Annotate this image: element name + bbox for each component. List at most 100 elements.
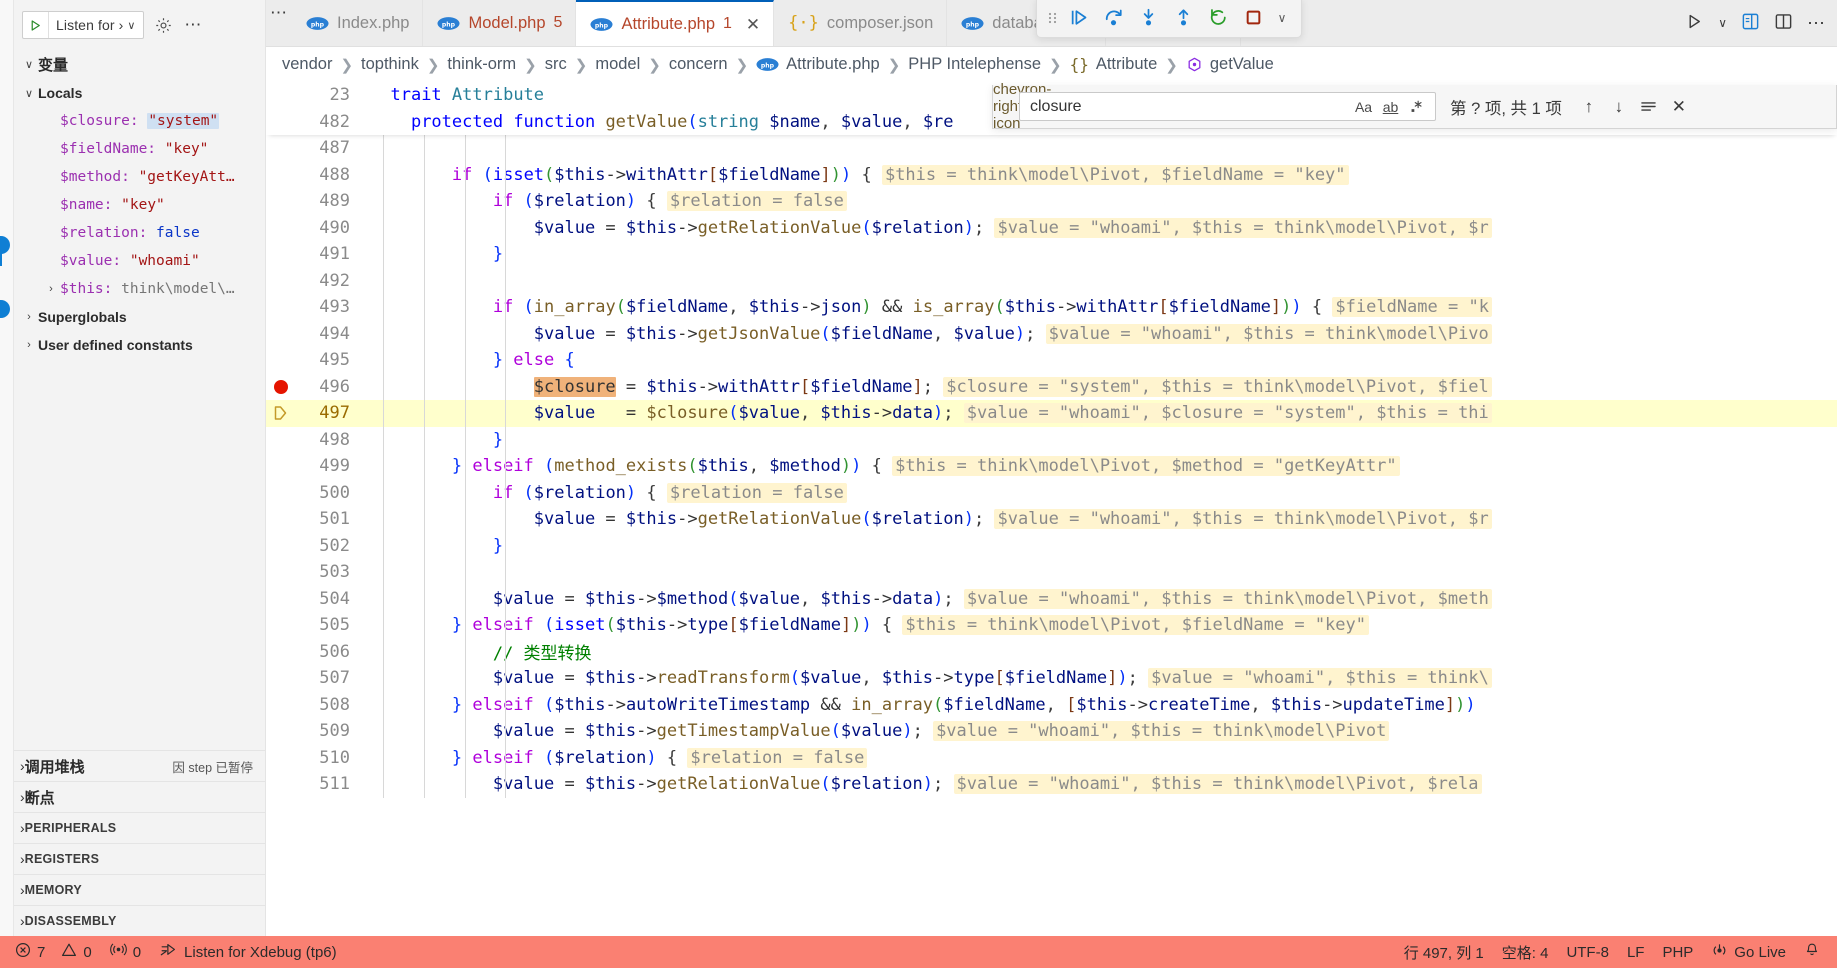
variable-row[interactable]: $fieldName: "key" xyxy=(14,135,265,163)
code-line[interactable]: 506 // 类型转换 xyxy=(266,639,1837,666)
code-line[interactable]: 509 $value = $this->getTimestampValue($v… xyxy=(266,718,1837,745)
run-or-debug-icon[interactable] xyxy=(1685,12,1704,34)
chevron-down-icon[interactable]: ∨ xyxy=(20,58,38,71)
code-line[interactable]: 505 } elseif (isset($this->type[$fieldNa… xyxy=(266,612,1837,639)
breadcrumb-item[interactable]: PHP Intelephense xyxy=(908,55,1041,74)
line-gutter[interactable]: 502 xyxy=(266,536,370,556)
line-gutter[interactable]: 495 xyxy=(266,350,370,370)
scope-locals[interactable]: ∨ Locals xyxy=(14,79,265,107)
status-eol[interactable]: LF xyxy=(1618,936,1654,968)
chevron-down-icon[interactable]: ∨ xyxy=(127,19,141,32)
search-input[interactable] xyxy=(1030,97,1350,116)
variable-row-this[interactable]: › $this: think\model\… xyxy=(14,275,265,303)
section-variables[interactable]: ∨ 变量 xyxy=(14,50,265,79)
section-peripherals[interactable]: › PERIPHERALS xyxy=(14,812,265,843)
section-breakpoints[interactable]: › 断点 xyxy=(14,781,265,812)
line-gutter[interactable]: 511 xyxy=(266,774,370,794)
status-ports[interactable]: 0 xyxy=(101,936,150,968)
chevron-right-icon[interactable]: › xyxy=(20,339,38,351)
line-gutter[interactable]: 500 xyxy=(266,483,370,503)
code-line[interactable]: 488 if (isset($this->withAttr[$fieldName… xyxy=(266,162,1837,189)
code-line[interactable]: 499 } elseif (method_exists($this, $meth… xyxy=(266,453,1837,480)
code-line[interactable]: 502 } xyxy=(266,533,1837,560)
code-line[interactable]: 511 $value = $this->getRelationValue($re… xyxy=(266,771,1837,798)
code-line[interactable]: 493 if (in_array($fieldName, $this->json… xyxy=(266,294,1837,321)
split-preview-icon[interactable] xyxy=(1741,12,1760,34)
code-line[interactable]: 508 } elseif ($this->autoWriteTimestamp … xyxy=(266,692,1837,719)
chevron-right-icon[interactable]: › xyxy=(42,283,60,295)
chevron-down-icon[interactable]: ∨ xyxy=(20,87,38,100)
line-gutter[interactable]: 497 xyxy=(266,403,370,423)
line-gutter[interactable]: 491 xyxy=(266,244,370,264)
breadcrumb-item[interactable]: src xyxy=(545,55,567,74)
step-out-icon[interactable] xyxy=(1166,2,1201,34)
code-line[interactable]: 498 } xyxy=(266,427,1837,454)
code-line[interactable]: 507 $value = $this->readTransform($value… xyxy=(266,665,1837,692)
line-gutter[interactable]: 505 xyxy=(266,615,370,635)
line-gutter[interactable]: 498 xyxy=(266,430,370,450)
status-go-live[interactable]: Go Live xyxy=(1702,936,1795,968)
variable-row[interactable]: $closure: "system" xyxy=(14,107,265,135)
step-over-icon[interactable] xyxy=(1096,2,1131,34)
line-gutter[interactable]: 488 xyxy=(266,165,370,185)
status-problems[interactable]: 7 0 xyxy=(6,936,101,968)
status-editor-position[interactable]: 行 497, 列 1 xyxy=(1395,936,1493,968)
breadcrumb-item[interactable]: topthink xyxy=(361,55,419,74)
code-line[interactable]: 492 xyxy=(266,268,1837,295)
step-into-icon[interactable] xyxy=(1131,2,1166,34)
section-call-stack[interactable]: › 调用堆栈 因 step 已暂停 xyxy=(14,750,265,781)
activity-badge-icon[interactable] xyxy=(0,236,10,254)
section-registers[interactable]: › REGISTERS xyxy=(14,843,265,874)
line-gutter[interactable]: 506 xyxy=(266,642,370,662)
status-debug-session[interactable]: Listen for Xdebug (tp6) xyxy=(150,936,346,968)
restart-icon[interactable] xyxy=(1201,2,1236,34)
match-case-icon[interactable]: Aa xyxy=(1350,95,1377,119)
line-gutter[interactable]: 504 xyxy=(266,589,370,609)
status-notifications[interactable] xyxy=(1795,936,1829,968)
code-line[interactable]: 504 $value = $this->$method($value, $thi… xyxy=(266,586,1837,613)
variable-row[interactable]: $method: "getKeyAtt… xyxy=(14,163,265,191)
breadcrumb-item[interactable]: concern xyxy=(669,55,728,74)
line-gutter[interactable]: 494 xyxy=(266,324,370,344)
status-language-mode[interactable]: PHP xyxy=(1653,936,1702,968)
start-debugging-icon[interactable] xyxy=(23,12,49,38)
code-line[interactable]: 503 xyxy=(266,559,1837,586)
more-actions-icon[interactable]: ⋯ xyxy=(182,12,204,38)
code-line[interactable]: 501 $value = $this->getRelationValue($re… xyxy=(266,506,1837,533)
code-line[interactable]: 496 $closure = $this->withAttr[$fieldNam… xyxy=(266,374,1837,401)
code-line-current[interactable]: 497 $value = $closure($value, $this->dat… xyxy=(266,400,1837,427)
status-encoding[interactable]: UTF-8 xyxy=(1557,936,1618,968)
code-line[interactable]: 500 if ($relation) { $relation = false xyxy=(266,480,1837,507)
line-gutter[interactable]: 507 xyxy=(266,668,370,688)
section-memory[interactable]: › MEMORY xyxy=(14,874,265,905)
breadcrumb-item[interactable]: Attribute xyxy=(1096,55,1157,74)
line-gutter[interactable]: 499 xyxy=(266,456,370,476)
activity-badge-2-icon[interactable] xyxy=(0,300,10,318)
whole-word-icon[interactable]: ab xyxy=(1377,95,1404,119)
status-indentation[interactable]: 空格: 4 xyxy=(1493,936,1558,968)
toggle-replace-icon[interactable]: chevron-right-icon xyxy=(993,81,1051,132)
line-gutter[interactable]: 509 xyxy=(266,721,370,741)
section-disassembly[interactable]: › DISASSEMBLY xyxy=(14,905,265,936)
breakpoint-icon[interactable] xyxy=(274,379,288,394)
scope-superglobals[interactable]: › Superglobals xyxy=(14,303,265,331)
chevron-down-icon[interactable]: ∨ xyxy=(1271,11,1293,25)
line-gutter[interactable]: 496 xyxy=(266,377,370,397)
find-in-selection-icon[interactable] xyxy=(1634,93,1664,121)
code-line[interactable]: 510 } elseif ($relation) { $relation = f… xyxy=(266,745,1837,772)
code-editor[interactable]: 23 trait Attribute 482 protected function… xyxy=(266,82,1837,936)
gear-icon[interactable] xyxy=(150,12,176,38)
line-gutter[interactable]: 493 xyxy=(266,297,370,317)
close-find-icon[interactable]: ✕ xyxy=(1664,93,1694,121)
drag-handle-icon[interactable] xyxy=(1043,10,1061,26)
tab-index-php[interactable]: php Index.php xyxy=(292,0,424,46)
code-lines-area[interactable]: 487 488 if (isset($this->withAttr[$fieldN… xyxy=(266,135,1837,798)
more-actions-icon[interactable]: ⋯ xyxy=(1807,13,1825,34)
tab-model-php[interactable]: php Model.php 5 xyxy=(423,0,577,46)
launch-configuration-select[interactable]: Listen for › ∨ xyxy=(22,11,145,39)
variable-row[interactable]: $value: "whoami" xyxy=(14,247,265,275)
code-line[interactable]: 490 $value = $this->getRelationValue($re… xyxy=(266,215,1837,242)
chevron-right-icon[interactable]: › xyxy=(20,311,38,323)
close-icon[interactable]: ✕ xyxy=(746,16,760,33)
breadcrumb-item[interactable]: model xyxy=(595,55,640,74)
